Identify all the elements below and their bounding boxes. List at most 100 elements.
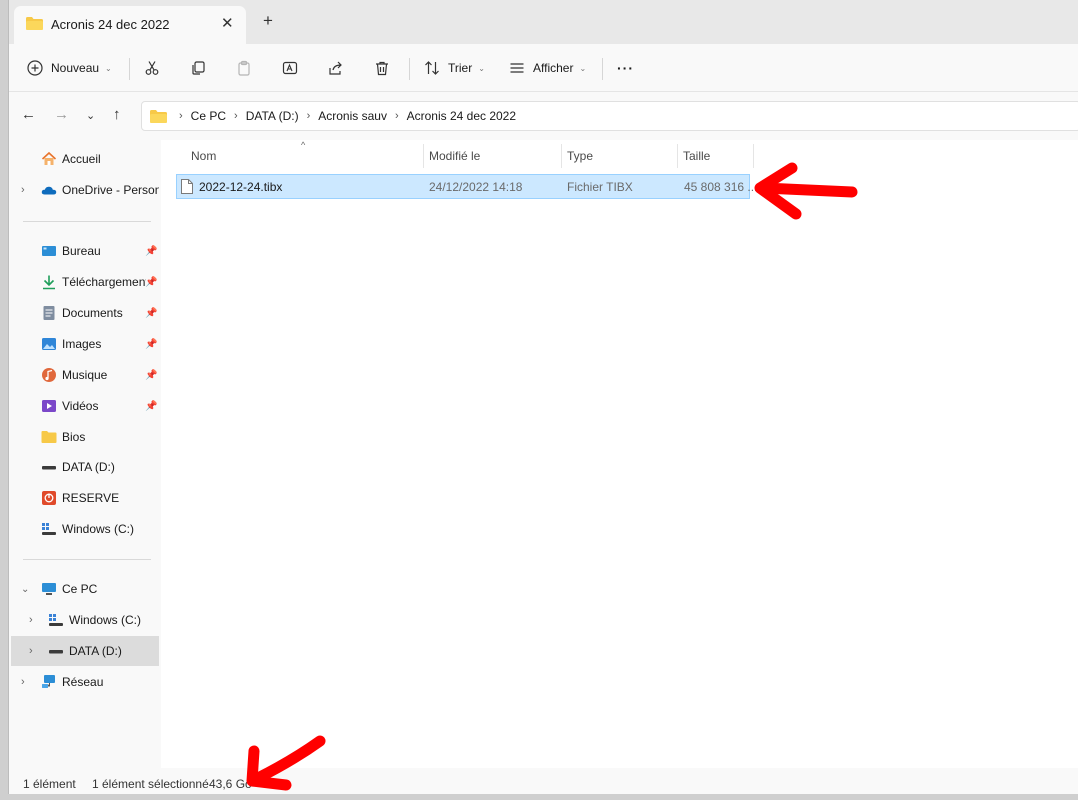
navigation-pane: Accueil › OneDrive - Personal Bureau 📌 T… bbox=[9, 140, 161, 768]
column-header-type[interactable]: Type bbox=[567, 149, 593, 163]
copy-icon bbox=[192, 61, 205, 75]
sidebar-item-label: OneDrive - Personal bbox=[62, 183, 159, 197]
new-button[interactable]: Nouveau ⌄ bbox=[27, 54, 112, 82]
share-button[interactable] bbox=[328, 54, 344, 82]
close-icon[interactable]: ✕ bbox=[221, 14, 234, 32]
share-icon bbox=[329, 61, 342, 75]
sidebar-item-data-drive[interactable]: DATA (D:) bbox=[11, 452, 159, 482]
chevron-right-icon[interactable]: › bbox=[21, 676, 25, 688]
sidebar-item-downloads[interactable]: Téléchargement 📌 bbox=[11, 267, 159, 297]
sidebar-item-label: Musique bbox=[62, 368, 108, 382]
sidebar-item-videos[interactable]: Vidéos 📌 bbox=[11, 391, 159, 421]
column-divider[interactable] bbox=[677, 144, 678, 168]
sidebar-item-label: Documents bbox=[62, 306, 123, 320]
sidebar-item-this-pc-data[interactable]: › DATA (D:) bbox=[11, 636, 159, 666]
address-bar[interactable]: › Ce PC › DATA (D:) › Acronis sauv › Acr… bbox=[141, 101, 1078, 131]
cut-button[interactable] bbox=[144, 54, 160, 82]
pin-icon[interactable]: 📌 bbox=[145, 339, 157, 350]
file-icon bbox=[181, 179, 193, 194]
up-arrow-icon[interactable]: ↑ bbox=[113, 106, 121, 123]
annotation-arrow-icon bbox=[246, 735, 326, 791]
reserve-drive-icon bbox=[42, 491, 56, 505]
sidebar-item-desktop[interactable]: Bureau 📌 bbox=[11, 236, 159, 266]
file-type: Fichier TIBX bbox=[567, 180, 633, 194]
paste-button[interactable] bbox=[236, 54, 252, 82]
windows-drive-icon bbox=[49, 614, 63, 626]
tab-acronis[interactable]: Acronis 24 dec 2022 ✕ bbox=[14, 6, 246, 44]
pin-icon[interactable]: 📌 bbox=[145, 370, 157, 381]
view-button-label: Afficher bbox=[533, 61, 574, 75]
new-button-label: Nouveau bbox=[51, 61, 100, 75]
computer-icon bbox=[42, 583, 56, 595]
sidebar-item-windows-drive[interactable]: Windows (C:) bbox=[11, 514, 159, 544]
copy-button[interactable] bbox=[190, 54, 206, 82]
sort-button-label: Trier bbox=[448, 61, 473, 75]
item-count: 1 élément bbox=[23, 777, 76, 791]
chevron-down-icon[interactable]: ⌄ bbox=[21, 584, 29, 595]
breadcrumb-data-drive[interactable]: DATA (D:) bbox=[246, 109, 299, 123]
pin-icon[interactable]: 📌 bbox=[145, 401, 157, 412]
sidebar-item-label: Windows (C:) bbox=[69, 613, 142, 627]
home-icon bbox=[41, 151, 57, 165]
pin-icon[interactable]: 📌 bbox=[145, 308, 157, 319]
toolbar-divider bbox=[409, 58, 410, 80]
document-icon bbox=[43, 306, 55, 320]
sidebar-item-label: DATA (D:) bbox=[69, 644, 122, 658]
status-bar: 1 élément 1 élément sélectionné 43,6 Go bbox=[9, 768, 1078, 794]
sidebar-item-music[interactable]: Musique 📌 bbox=[11, 360, 159, 390]
column-divider[interactable] bbox=[561, 144, 562, 168]
table-row[interactable]: 2022-12-24.tibx 24/12/2022 14:18 Fichier… bbox=[176, 174, 757, 199]
folder-icon bbox=[150, 109, 167, 123]
tab-title: Acronis 24 dec 2022 bbox=[51, 17, 170, 32]
drive-icon bbox=[49, 650, 63, 654]
view-button[interactable]: Afficher ⌄ bbox=[509, 54, 586, 82]
breadcrumb-current-folder[interactable]: Acronis 24 dec 2022 bbox=[407, 109, 516, 123]
sidebar-item-bios[interactable]: Bios bbox=[11, 422, 159, 452]
breadcrumb-this-pc[interactable]: Ce PC bbox=[191, 109, 226, 123]
sidebar-item-documents[interactable]: Documents 📌 bbox=[11, 298, 159, 328]
drive-icon bbox=[42, 466, 56, 470]
back-arrow-icon[interactable]: ← bbox=[21, 106, 36, 123]
trash-icon bbox=[376, 61, 388, 76]
recent-locations-chevron-icon[interactable]: ⌄ bbox=[86, 109, 95, 122]
sort-button[interactable]: Trier ⌄ bbox=[424, 54, 485, 82]
annotation-arrow-icon bbox=[754, 162, 858, 220]
column-header-modified[interactable]: Modifié le bbox=[429, 149, 480, 163]
pin-icon[interactable]: 📌 bbox=[145, 246, 157, 257]
delete-button[interactable] bbox=[374, 54, 390, 82]
sidebar-item-pictures[interactable]: Images 📌 bbox=[11, 329, 159, 359]
sort-ascending-icon: ^ bbox=[301, 140, 306, 150]
pin-icon[interactable]: 📌 bbox=[145, 277, 157, 288]
new-tab-icon[interactable]: + bbox=[263, 11, 273, 31]
file-modified: 24/12/2022 14:18 bbox=[429, 180, 523, 194]
plus-circle-icon bbox=[27, 60, 43, 76]
breadcrumb-acronis-sauv[interactable]: Acronis sauv bbox=[318, 109, 387, 123]
column-header-name[interactable]: Nom bbox=[191, 149, 216, 163]
chevron-right-icon[interactable]: › bbox=[21, 184, 25, 196]
video-icon bbox=[42, 400, 56, 412]
sidebar-item-network[interactable]: › Réseau bbox=[11, 667, 159, 697]
chevron-right-icon[interactable]: › bbox=[29, 614, 33, 626]
sidebar-item-label: Bios bbox=[62, 430, 86, 444]
column-header-size[interactable]: Taille bbox=[683, 149, 710, 163]
sidebar-item-label: Images bbox=[62, 337, 102, 351]
sidebar-item-label: Téléchargement bbox=[62, 275, 146, 289]
rename-button[interactable] bbox=[282, 54, 298, 82]
more-options-button[interactable]: ··· bbox=[617, 54, 634, 82]
sidebar-item-label: Windows (C:) bbox=[62, 522, 135, 536]
chevron-right-icon[interactable]: › bbox=[29, 645, 33, 657]
folder-icon bbox=[41, 431, 57, 443]
sidebar-item-home[interactable]: Accueil bbox=[11, 144, 159, 174]
sidebar-item-this-pc-windows[interactable]: › Windows (C:) bbox=[11, 605, 159, 635]
windows-drive-icon bbox=[42, 523, 56, 535]
music-icon bbox=[42, 368, 56, 382]
file-name: 2022-12-24.tibx bbox=[199, 180, 283, 194]
sidebar-item-label: Accueil bbox=[62, 152, 101, 166]
sidebar-item-onedrive[interactable]: › OneDrive - Personal bbox=[11, 175, 159, 205]
download-icon bbox=[43, 275, 55, 290]
column-divider[interactable] bbox=[423, 144, 424, 168]
rename-icon bbox=[282, 61, 298, 75]
sidebar-item-this-pc[interactable]: ⌄ Ce PC bbox=[11, 574, 159, 604]
forward-arrow-icon[interactable]: → bbox=[54, 106, 69, 123]
sidebar-item-reserve[interactable]: RESERVE bbox=[11, 483, 159, 513]
